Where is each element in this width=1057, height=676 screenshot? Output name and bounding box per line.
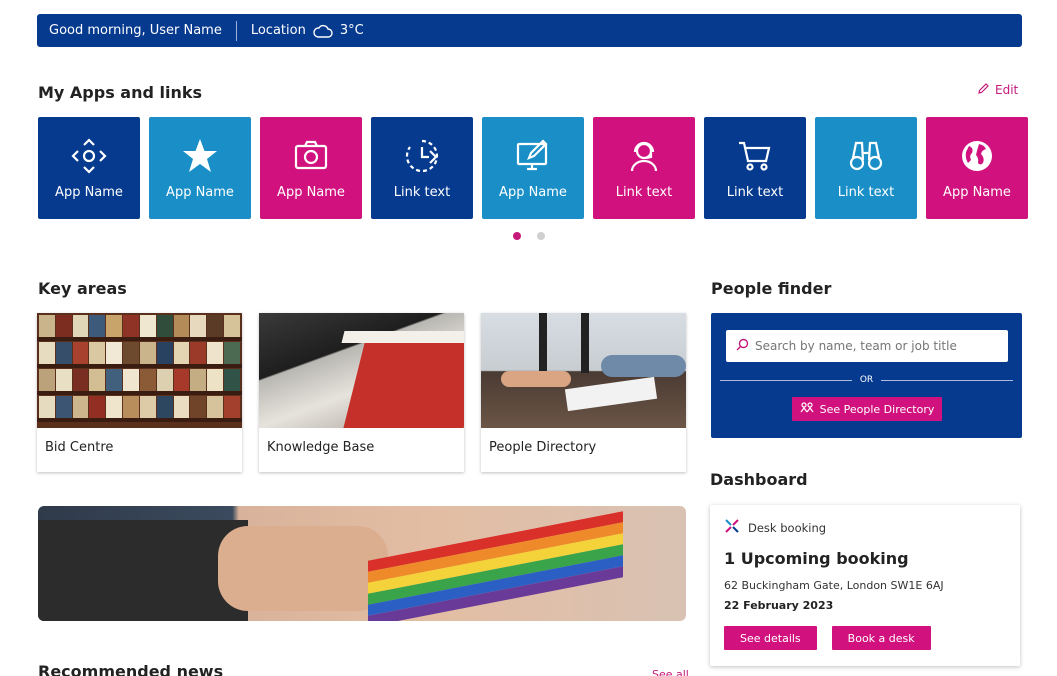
app-tile[interactable]: App Name xyxy=(149,117,251,219)
camera-icon xyxy=(291,136,331,176)
see-people-directory-button[interactable]: See People Directory xyxy=(792,397,942,421)
edit-apps-link[interactable]: Edit xyxy=(977,82,1018,98)
key-area-label: People Directory xyxy=(489,440,597,455)
monitor-edit-icon xyxy=(513,136,553,176)
see-people-directory-label: See People Directory xyxy=(819,402,935,416)
divider xyxy=(235,20,237,41)
app-tile[interactable]: App Name xyxy=(38,117,140,219)
people-icon xyxy=(800,402,814,416)
dashboard-title: Dashboard xyxy=(710,470,808,489)
booking-actions: See details Book a desk xyxy=(724,626,1006,650)
widget-label: Desk booking xyxy=(748,520,827,535)
app-tile-label: App Name xyxy=(166,185,234,200)
book-a-desk-button[interactable]: Book a desk xyxy=(831,626,931,650)
recommended-news-title: Recommended news xyxy=(38,662,224,676)
apps-section-title: My Apps and links xyxy=(38,83,203,102)
desk-booking-widget: Desk booking 1 Upcoming booking 62 Bucki… xyxy=(710,505,1020,666)
greeting-bar: Good morning, User Name Location 3°C xyxy=(37,14,1022,47)
open-book-image xyxy=(259,313,464,428)
see-details-button[interactable]: See details xyxy=(724,626,817,650)
app-tile-label: App Name xyxy=(943,185,1011,200)
or-divider: OR xyxy=(720,375,1013,385)
binoculars-icon xyxy=(846,136,886,176)
people-finder-title: People finder xyxy=(711,279,832,298)
carousel-pagination xyxy=(513,232,545,240)
people-search-field[interactable] xyxy=(726,330,1008,362)
apps-carousel: App Name App Name App Name Link text App… xyxy=(38,117,1028,219)
carousel-dot[interactable] xyxy=(537,232,545,240)
app-tile[interactable]: Link text xyxy=(371,117,473,219)
app-tile[interactable]: Link text xyxy=(815,117,917,219)
key-area-label: Bid Centre xyxy=(45,440,114,455)
app-tile-label: Link text xyxy=(837,185,895,200)
booking-address: 62 Buckingham Gate, London SW1E 6AJ xyxy=(724,579,944,592)
carousel-dot-active[interactable] xyxy=(513,232,521,240)
handshake-office-image xyxy=(481,313,686,428)
people-finder-panel: OR See People Directory xyxy=(711,313,1022,438)
pride-banner-image[interactable] xyxy=(38,506,686,621)
see-all-news-link[interactable]: See all xyxy=(652,668,689,676)
people-search-input[interactable] xyxy=(755,339,995,353)
key-area-card-knowledge-base[interactable]: Knowledge Base xyxy=(259,313,464,472)
app-tile-label: App Name xyxy=(499,185,567,200)
app-tile[interactable]: App Name xyxy=(260,117,362,219)
key-area-card-people-directory[interactable]: People Directory xyxy=(481,313,686,472)
app-tile[interactable]: Link text xyxy=(704,117,806,219)
upcoming-booking-count: 1 Upcoming booking xyxy=(724,549,909,568)
temperature: 3°C xyxy=(339,23,364,38)
greeting-text: Good morning, User Name xyxy=(49,23,222,38)
location-weather: Location 3°C xyxy=(251,23,364,38)
key-area-label: Knowledge Base xyxy=(267,440,375,455)
app-tile-label: App Name xyxy=(277,185,345,200)
globe-icon xyxy=(957,136,997,176)
pencil-icon xyxy=(977,82,990,98)
cloud-icon xyxy=(313,24,333,38)
star-icon xyxy=(180,136,220,176)
location-label: Location xyxy=(250,23,306,38)
app-tile[interactable]: Link text xyxy=(593,117,695,219)
bookshelf-image xyxy=(37,313,242,428)
navigation-arrows-icon xyxy=(69,136,109,176)
search-icon xyxy=(736,338,749,354)
edit-label: Edit xyxy=(995,83,1019,97)
app-tile-label: Link text xyxy=(393,185,451,200)
or-label: OR xyxy=(859,375,874,385)
key-area-card-bid-centre[interactable]: Bid Centre xyxy=(37,313,242,472)
app-tile-label: Link text xyxy=(615,185,673,200)
app-tile[interactable]: App Name xyxy=(482,117,584,219)
key-areas-title: Key areas xyxy=(38,279,127,298)
desk-booking-icon xyxy=(724,518,740,537)
shopping-cart-icon xyxy=(735,136,775,176)
widget-header: Desk booking xyxy=(724,518,1006,537)
app-tile[interactable]: App Name xyxy=(926,117,1028,219)
timer-icon xyxy=(402,136,442,176)
key-areas-cards: Bid Centre Knowledge Base People Directo… xyxy=(37,313,686,472)
app-tile-label: App Name xyxy=(55,185,123,200)
headset-icon xyxy=(624,136,664,176)
app-tile-label: Link text xyxy=(726,185,784,200)
booking-date: 22 February 2023 xyxy=(724,599,834,612)
